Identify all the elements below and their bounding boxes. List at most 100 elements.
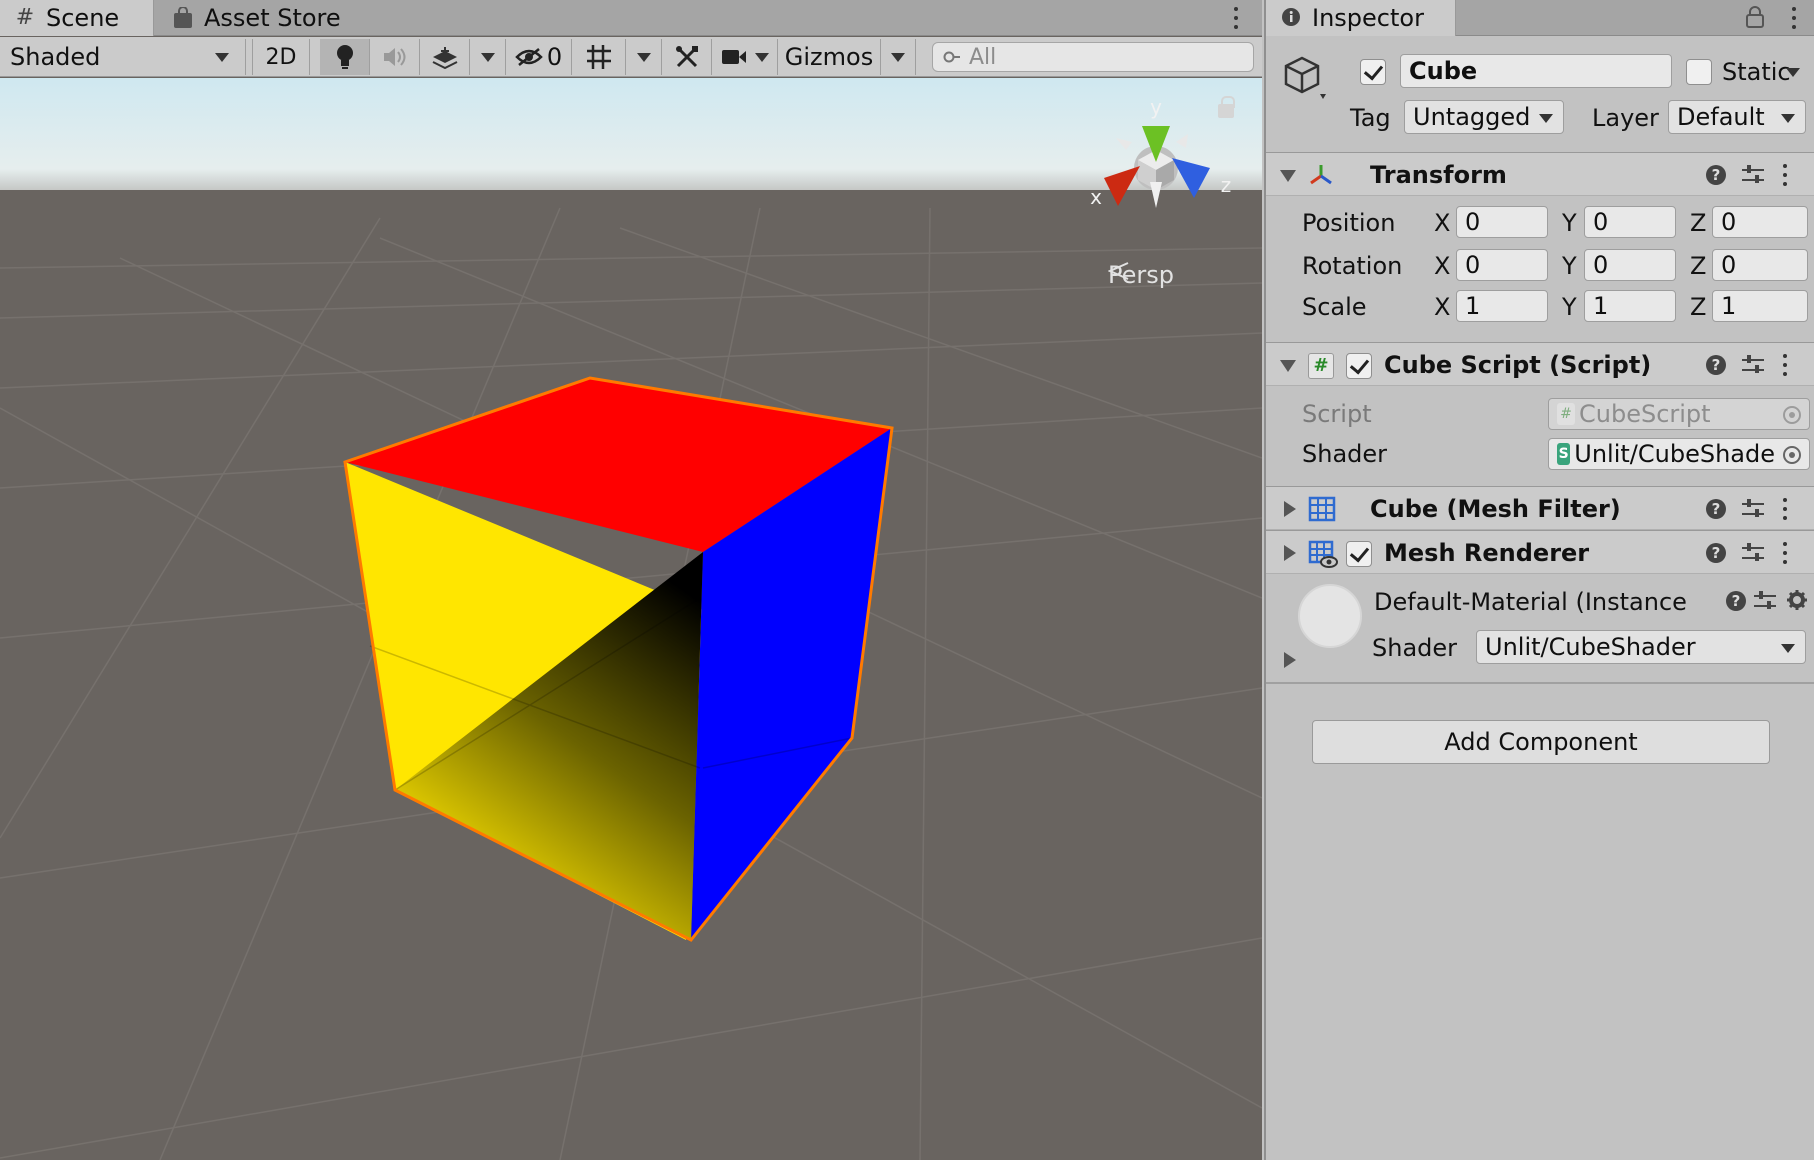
component-menu-icon[interactable] xyxy=(1782,498,1788,520)
help-icon[interactable]: ? xyxy=(1706,165,1726,185)
foldout-collapsed-icon[interactable] xyxy=(1284,652,1296,668)
scene-more-menu-icon[interactable] xyxy=(1226,4,1246,32)
grid-hash-icon: # xyxy=(15,5,35,30)
scale-z-input[interactable]: 1 xyxy=(1712,290,1808,322)
inspector-panel: Inspector Cube Static Tag Untagged Layer… xyxy=(1264,0,1814,1160)
object-picker-icon[interactable] xyxy=(1783,446,1801,464)
transform-header[interactable]: Transform ? xyxy=(1266,152,1814,196)
static-label: Static xyxy=(1722,58,1791,86)
hidden-count: 0 xyxy=(546,43,563,71)
presets-icon[interactable] xyxy=(1742,543,1764,563)
scale-x-value: 1 xyxy=(1465,292,1481,320)
scene-visibility-toggle[interactable]: 0 xyxy=(506,39,572,75)
camera-icon xyxy=(721,50,746,64)
presets-icon[interactable] xyxy=(1742,165,1764,185)
tag-label: Tag xyxy=(1350,104,1391,132)
effects-toggle-button[interactable] xyxy=(420,39,470,75)
help-icon[interactable]: ? xyxy=(1706,355,1726,375)
gizmos-button[interactable]: Gizmos xyxy=(778,39,880,75)
tag-dropdown[interactable]: Untagged xyxy=(1404,100,1564,134)
2d-label: 2D xyxy=(265,44,297,70)
help-icon[interactable]: ? xyxy=(1706,543,1726,563)
rotation-z-value: 0 xyxy=(1721,251,1737,279)
rotation-z-input[interactable]: 0 xyxy=(1712,249,1808,281)
scene-render: y z x xyxy=(0,78,1262,1160)
audio-icon xyxy=(383,48,405,66)
shopping-bag-icon xyxy=(172,6,194,29)
position-y-value: 0 xyxy=(1593,208,1609,236)
component-menu-icon[interactable] xyxy=(1782,542,1788,564)
tab-asset-store[interactable]: Asset Store xyxy=(158,0,358,36)
2d-toggle-button[interactable]: 2D xyxy=(252,39,310,75)
layer-dropdown[interactable]: Default xyxy=(1668,100,1806,134)
position-label: Position xyxy=(1302,209,1396,237)
draw-mode-dropdown[interactable]: Shaded xyxy=(0,39,246,75)
rotation-x-input[interactable]: 0 xyxy=(1456,249,1548,281)
rotation-label: Rotation xyxy=(1302,252,1403,280)
add-component-button[interactable]: Add Component xyxy=(1312,720,1770,764)
material-preview xyxy=(1298,584,1362,648)
mesh-renderer-enabled-checkbox[interactable] xyxy=(1346,541,1372,567)
static-checkbox[interactable] xyxy=(1686,59,1712,85)
gameobject-name-input[interactable]: Cube xyxy=(1400,54,1672,88)
scale-y-input[interactable]: 1 xyxy=(1584,290,1676,322)
inspector-more-menu-icon[interactable] xyxy=(1784,4,1804,32)
scale-label: Scale xyxy=(1302,293,1367,321)
tab-asset-store-label: Asset Store xyxy=(204,4,341,32)
divider xyxy=(1266,682,1814,684)
lock-icon[interactable] xyxy=(1218,96,1235,118)
foldout-expanded-icon[interactable] xyxy=(1280,360,1296,372)
axis-y-label: y xyxy=(1150,95,1162,119)
tab-scene[interactable]: # Scene xyxy=(0,0,154,36)
lighting-toggle-button[interactable] xyxy=(320,39,370,75)
inspector-tab-bar: Inspector xyxy=(1266,0,1814,36)
presets-icon[interactable] xyxy=(1742,499,1764,519)
cube-script-enabled-checkbox[interactable] xyxy=(1346,353,1372,379)
effects-icon xyxy=(432,47,457,69)
foldout-collapsed-icon[interactable] xyxy=(1284,545,1296,561)
gizmos-dropdown[interactable] xyxy=(880,39,916,75)
foldout-collapsed-icon[interactable] xyxy=(1284,501,1296,517)
gameobject-cube-icon[interactable] xyxy=(1276,50,1332,106)
gear-icon[interactable] xyxy=(1786,589,1808,611)
grid-toggle-button[interactable] xyxy=(572,39,626,75)
scene-toolbar: Shaded 2D 0 Gizmos All xyxy=(0,37,1262,77)
tools-toggle-button[interactable] xyxy=(662,39,712,75)
chevron-down-icon xyxy=(636,52,651,62)
mesh-renderer-header[interactable]: Mesh Renderer ? xyxy=(1266,530,1814,574)
static-dropdown-icon[interactable] xyxy=(1786,68,1800,77)
rotation-y-value: 0 xyxy=(1593,251,1609,279)
lock-icon[interactable] xyxy=(1746,6,1764,28)
position-y-input[interactable]: 0 xyxy=(1584,206,1676,238)
foldout-expanded-icon[interactable] xyxy=(1280,170,1296,182)
scale-x-input[interactable]: 1 xyxy=(1456,290,1548,322)
shader-file-icon: S xyxy=(1557,443,1571,465)
component-menu-icon[interactable] xyxy=(1782,354,1788,376)
position-x-input[interactable]: 0 xyxy=(1456,206,1548,238)
tab-inspector[interactable]: Inspector xyxy=(1266,0,1456,36)
projection-toggle[interactable]: Persp xyxy=(1108,261,1174,289)
material-shader-value: Unlit/CubeShader xyxy=(1485,633,1696,661)
presets-icon[interactable] xyxy=(1754,591,1776,611)
effects-dropdown[interactable] xyxy=(470,39,506,75)
position-z-input[interactable]: 0 xyxy=(1712,206,1808,238)
scene-viewport[interactable]: y z x Persp xyxy=(0,78,1262,1160)
scene-search-input[interactable]: All xyxy=(932,42,1254,72)
component-menu-icon[interactable] xyxy=(1782,164,1788,186)
shader-object-field[interactable]: S Unlit/CubeShade xyxy=(1548,438,1810,470)
gameobject-active-checkbox[interactable] xyxy=(1360,59,1386,85)
tab-scene-label: Scene xyxy=(46,4,120,32)
draw-mode-label: Shaded xyxy=(10,43,101,71)
rotation-y-input[interactable]: 0 xyxy=(1584,249,1676,281)
mesh-filter-header[interactable]: Cube (Mesh Filter) ? xyxy=(1266,486,1814,530)
material-shader-dropdown[interactable]: Unlit/CubeShader xyxy=(1476,630,1806,664)
help-icon[interactable]: ? xyxy=(1706,499,1726,519)
presets-icon[interactable] xyxy=(1742,355,1764,375)
cube-script-header[interactable]: # Cube Script (Script) ? xyxy=(1266,342,1814,386)
grid-dropdown[interactable] xyxy=(626,39,662,75)
camera-settings-dropdown[interactable] xyxy=(712,39,778,75)
audio-toggle-button[interactable] xyxy=(370,39,420,75)
help-icon[interactable]: ? xyxy=(1726,591,1746,611)
position-z-value: 0 xyxy=(1721,208,1737,236)
chevron-down-icon xyxy=(891,52,905,62)
